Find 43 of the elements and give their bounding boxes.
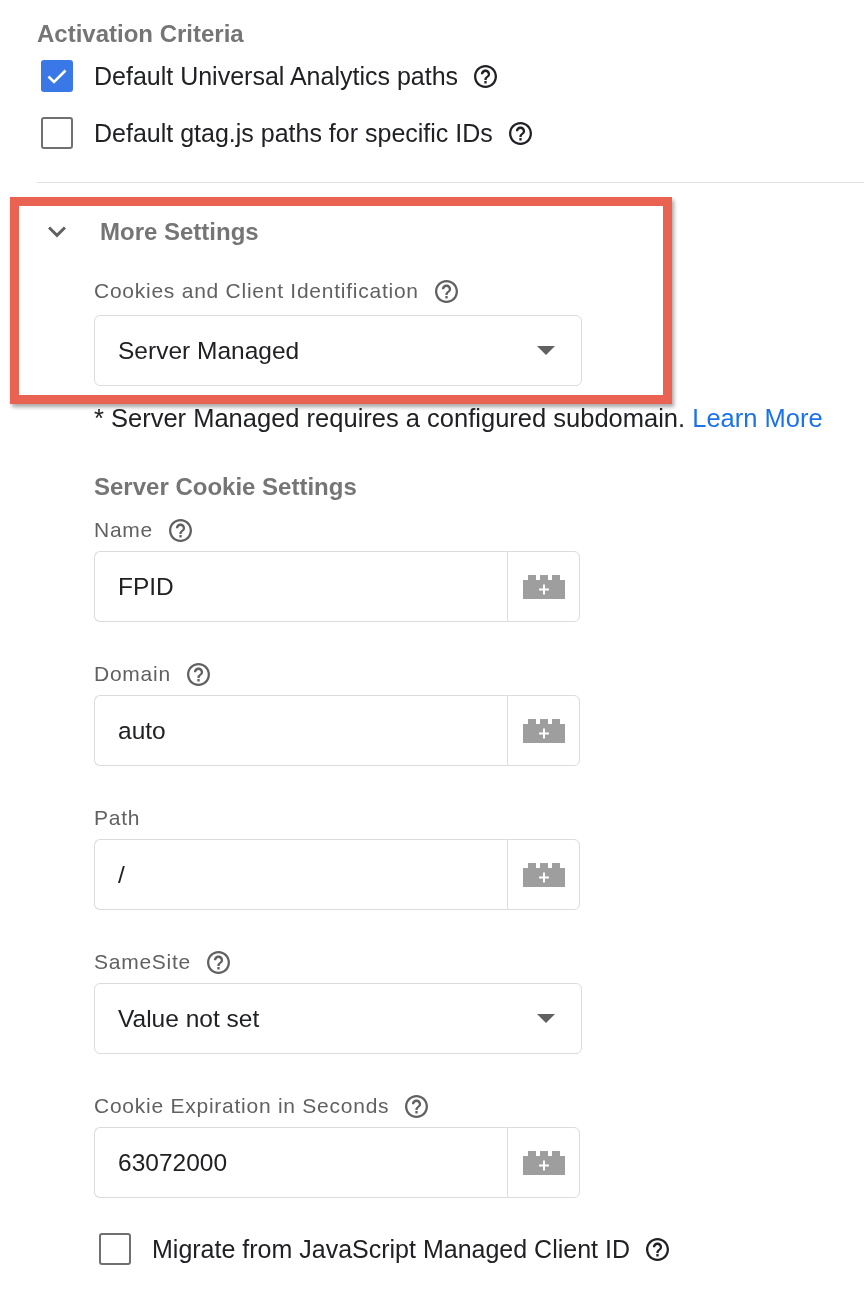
section-heading: Activation Criteria — [37, 20, 245, 48]
help-icon[interactable] — [508, 121, 532, 145]
dropdown-select[interactable]: Server Managed — [94, 315, 582, 386]
checkbox[interactable] — [41, 117, 73, 149]
text-field[interactable]: 63072000 — [94, 1127, 507, 1198]
section-heading[interactable]: More Settings — [100, 218, 259, 246]
field-label: Domain — [94, 661, 171, 687]
learn-more-link[interactable]: Learn More — [692, 404, 823, 432]
text-field[interactable]: / — [94, 839, 507, 910]
help-icon[interactable] — [434, 279, 458, 303]
help-icon[interactable] — [169, 518, 193, 542]
chevron-down-icon[interactable] — [48, 226, 66, 238]
brick-plus-icon — [522, 718, 565, 743]
subsection-heading: Server Cookie Settings — [94, 473, 358, 501]
checkbox-label: Default Universal Analytics paths — [94, 62, 459, 90]
text-field[interactable]: auto — [94, 695, 507, 766]
text-field[interactable]: FPID — [94, 551, 507, 622]
brick-plus-icon — [522, 574, 565, 599]
variable-button[interactable] — [507, 839, 580, 910]
caret-down-icon — [537, 346, 555, 355]
help-icon[interactable] — [645, 1237, 669, 1261]
field-label: Cookie Expiration in Seconds — [94, 1093, 390, 1119]
brick-plus-icon — [522, 1150, 565, 1175]
help-icon[interactable] — [474, 64, 498, 88]
field-label: Cookies and Client Identification — [94, 278, 419, 304]
brick-plus-icon — [522, 862, 565, 887]
dropdown-select[interactable]: Value not set — [94, 983, 582, 1054]
field-label: Name — [94, 517, 154, 543]
checkbox[interactable] — [99, 1233, 131, 1265]
help-icon[interactable] — [207, 950, 231, 974]
caret-down-icon — [537, 1014, 555, 1023]
checkbox-label: Migrate from JavaScript Managed Client ID — [152, 1235, 630, 1263]
field-label: SameSite — [94, 949, 192, 975]
help-icon[interactable] — [405, 1094, 429, 1118]
field-label: Path — [94, 805, 141, 831]
checkbox-label: Default gtag.js paths for specific IDs — [94, 119, 493, 147]
variable-button[interactable] — [507, 695, 580, 766]
variable-button[interactable] — [507, 551, 580, 622]
checkmark-icon — [47, 68, 67, 84]
help-note: * Server Managed requires a configured subdomain. Learn More — [94, 404, 824, 432]
checkbox[interactable] — [41, 60, 73, 92]
help-icon[interactable] — [186, 662, 210, 686]
variable-button[interactable] — [507, 1127, 580, 1198]
